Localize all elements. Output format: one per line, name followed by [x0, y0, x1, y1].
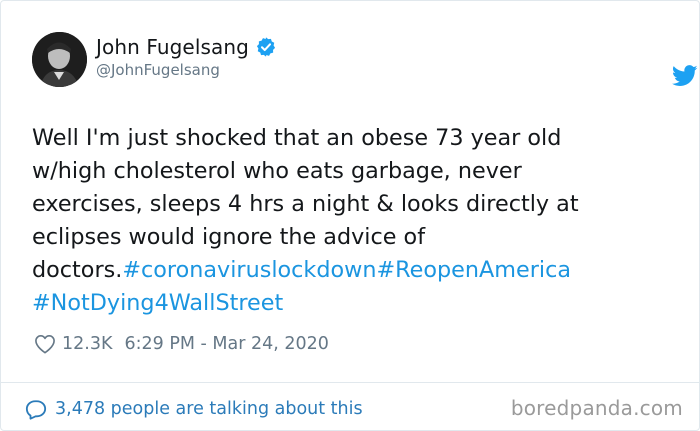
hashtag-link[interactable]: #coronaviruslockdown [122, 257, 376, 283]
tweet-line: exercises, sleeps 4 hrs a night & looks … [32, 191, 579, 217]
timestamp[interactable]: 6:29 PM - Mar 24, 2020 [124, 334, 328, 354]
like-count[interactable]: 12.3K [62, 334, 112, 354]
verified-badge-icon [256, 37, 276, 57]
heart-icon[interactable] [34, 334, 56, 354]
tweet-line: doctors.#coronaviruslockdown#ReopenAmeri… [32, 254, 672, 287]
display-name[interactable]: John Fugelsang [96, 35, 249, 59]
tweet-text-fragment: doctors. [32, 257, 123, 283]
watermark: boredpanda.com [510, 396, 683, 420]
hashtag-link[interactable]: #ReopenAmerica [376, 257, 571, 283]
name-row: John Fugelsang [96, 34, 277, 60]
avatar[interactable] [32, 32, 87, 87]
tweet-text: Well I'm just shocked that an obese 73 y… [32, 122, 672, 320]
divider [1, 382, 700, 383]
twitter-bird-icon[interactable] [672, 65, 698, 87]
tweet-line: #NotDying4WallStreet [32, 287, 672, 320]
avatar-photo [32, 32, 87, 87]
tweet-meta: 12.3K 6:29 PM - Mar 24, 2020 [34, 331, 329, 357]
hashtag-link[interactable]: #NotDying4WallStreet [32, 290, 283, 316]
handle[interactable]: @JohnFugelsang [96, 61, 220, 79]
tweet-line: Well I'm just shocked that an obese 73 y… [32, 125, 562, 151]
reply-bubble-icon [25, 399, 47, 420]
tweet-line: eclipses would ignore the advice of [32, 224, 426, 250]
conversation-link[interactable]: 3,478 people are talking about this [25, 395, 363, 423]
tweet-line: w/high cholesterol who eats garbage, nev… [32, 158, 522, 184]
tweet-card: John Fugelsang @JohnFugelsang Well I'm j… [0, 0, 700, 431]
tweet-header: John Fugelsang @JohnFugelsang [32, 32, 698, 88]
conversation-text: 3,478 people are talking about this [55, 399, 363, 419]
